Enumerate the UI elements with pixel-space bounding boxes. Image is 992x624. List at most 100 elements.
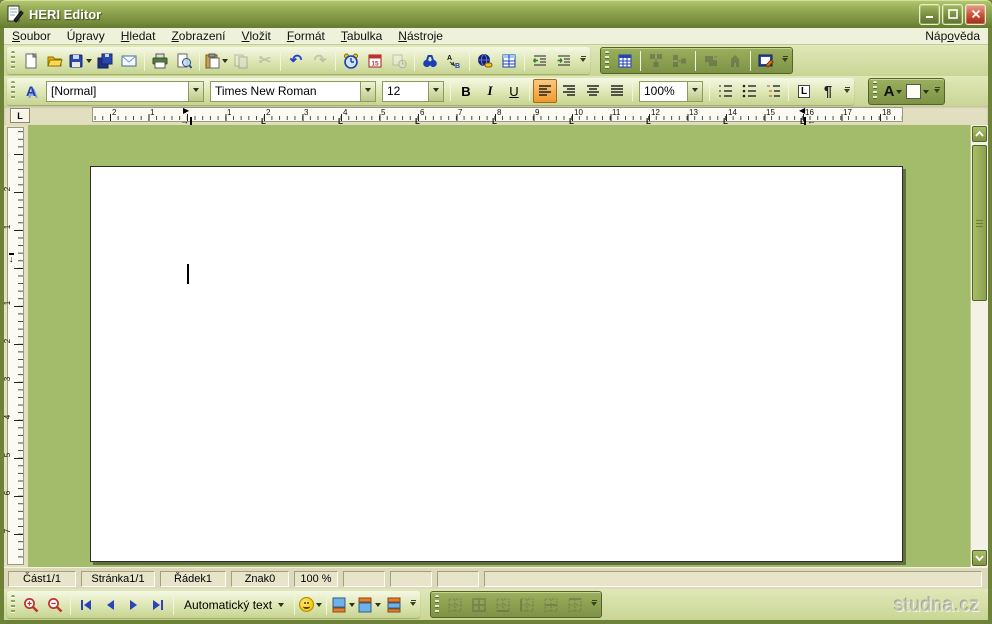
border-all-button[interactable] xyxy=(467,593,491,617)
increase-indent-button[interactable] xyxy=(552,49,576,73)
toolbar-options-chevron[interactable] xyxy=(842,79,852,103)
document-page[interactable] xyxy=(90,166,903,562)
open-button[interactable] xyxy=(43,49,67,73)
zoom-out-button[interactable] xyxy=(43,593,67,617)
menu-format[interactable]: Formát xyxy=(279,28,333,44)
document-canvas[interactable] xyxy=(28,125,970,567)
minimize-button[interactable] xyxy=(919,3,940,25)
align-right-button[interactable] xyxy=(557,79,581,103)
wrap-below-button[interactable] xyxy=(330,593,356,617)
bold-button[interactable]: B xyxy=(454,79,478,103)
tab-selector-button[interactable]: L xyxy=(10,108,30,123)
toolbar-options-chevron[interactable] xyxy=(932,79,942,103)
style-dropdown-button[interactable] xyxy=(188,81,203,101)
menu-vlozit[interactable]: Vložit xyxy=(234,28,279,44)
zoom-in-button[interactable] xyxy=(19,593,43,617)
email-button[interactable] xyxy=(117,49,141,73)
bullet-list-button[interactable] xyxy=(737,79,761,103)
align-center-button[interactable] xyxy=(581,79,605,103)
scrollbar-thumb[interactable] xyxy=(972,145,987,301)
scroll-up-button[interactable] xyxy=(972,126,987,142)
border-top-button[interactable] xyxy=(563,593,587,617)
align-justify-button[interactable] xyxy=(605,79,629,103)
highlight-color-button[interactable] xyxy=(905,79,930,103)
first-page-button[interactable] xyxy=(74,593,98,617)
menu-upravy[interactable]: Úpravy xyxy=(59,28,113,44)
right-margin-arrow[interactable]: ← xyxy=(804,117,816,126)
toolbar-grip[interactable] xyxy=(873,81,877,101)
table-properties-button[interactable] xyxy=(723,49,747,73)
border-middle-button[interactable] xyxy=(539,593,563,617)
emoticon-button[interactable] xyxy=(298,593,323,617)
vertical-scrollbar[interactable] xyxy=(970,125,988,567)
menu-hledat[interactable]: Hledat xyxy=(113,28,164,44)
toolbar-grip[interactable] xyxy=(11,50,15,71)
new-document-button[interactable] xyxy=(19,49,43,73)
border-outer-bottom-button[interactable] xyxy=(491,593,515,617)
next-page-button[interactable] xyxy=(122,593,146,617)
close-button[interactable] xyxy=(965,3,986,25)
align-left-button[interactable] xyxy=(533,79,557,103)
right-indent-marker[interactable]: ◀ xyxy=(799,107,805,115)
merge-cells-button[interactable] xyxy=(699,49,723,73)
font-dropdown-button[interactable] xyxy=(360,81,375,101)
table-button[interactable] xyxy=(497,49,521,73)
toolbar-grip[interactable] xyxy=(11,81,15,101)
underline-button[interactable]: U xyxy=(502,79,526,103)
paste-dropdown-arrow[interactable] xyxy=(222,59,228,66)
edit-form-button[interactable] xyxy=(754,49,778,73)
menu-napoveda[interactable]: Nápověda xyxy=(917,28,988,44)
zoom-combobox[interactable]: 100% xyxy=(639,80,703,102)
wrap-above-button[interactable] xyxy=(356,593,382,617)
maximize-button[interactable] xyxy=(942,3,963,25)
toolbar-options-chevron[interactable] xyxy=(589,593,599,617)
menu-tabulka[interactable]: Tabulka xyxy=(333,28,390,44)
redo-button[interactable]: ↷ xyxy=(308,49,332,73)
last-page-button[interactable] xyxy=(146,593,170,617)
vertical-ruler[interactable]: 2 1 1 2 3 4 5 6 7 ↓ xyxy=(3,125,28,567)
wrap-around-button[interactable] xyxy=(382,593,406,617)
formatting-marks-button[interactable]: ¶ xyxy=(816,79,840,103)
menu-soubor[interactable]: Soubor xyxy=(4,28,59,44)
insert-time-button[interactable] xyxy=(339,49,363,73)
toolbar-options-chevron[interactable] xyxy=(780,49,790,73)
toolbar-options-chevron[interactable] xyxy=(408,593,418,617)
left-margin-arrow[interactable]: → xyxy=(180,117,192,126)
replace-button[interactable]: AB xyxy=(442,49,466,73)
split-columns-button[interactable] xyxy=(668,49,692,73)
toolbar-grip[interactable] xyxy=(435,594,440,615)
first-line-indent-marker[interactable]: ▶ xyxy=(183,107,189,115)
multilevel-list-button[interactable] xyxy=(761,79,785,103)
split-rows-button[interactable] xyxy=(644,49,668,73)
styles-button[interactable]: A xyxy=(19,79,43,103)
highlight-color-dropdown-arrow[interactable] xyxy=(923,89,929,97)
hyperlink-button[interactable] xyxy=(473,49,497,73)
insert-date-button[interactable]: 15 xyxy=(363,49,387,73)
horizontal-ruler[interactable]: 2 1 1 2 3 4 5 6 7 8 9 10 11 12 13 14 15 … xyxy=(92,107,903,122)
font-size-combobox[interactable]: 12 xyxy=(382,80,444,102)
font-combobox[interactable]: Times New Roman xyxy=(210,80,376,102)
font-size-dropdown-button[interactable] xyxy=(428,81,443,101)
border-left-button[interactable] xyxy=(515,593,539,617)
toolbar-options-chevron[interactable] xyxy=(578,49,588,73)
insert-table-button[interactable] xyxy=(613,49,637,73)
insert-datetime-button[interactable] xyxy=(387,49,411,73)
emoticon-dropdown-arrow[interactable] xyxy=(316,603,323,610)
save-dropdown-arrow[interactable] xyxy=(86,59,92,66)
border-none-button[interactable] xyxy=(443,593,467,617)
find-button[interactable] xyxy=(418,49,442,73)
tab-type-button[interactable]: L xyxy=(792,79,816,103)
scroll-down-button[interactable] xyxy=(972,550,987,566)
font-color-button[interactable]: A xyxy=(881,79,905,103)
top-margin-marker[interactable]: ↓ xyxy=(9,253,14,264)
print-button[interactable] xyxy=(148,49,172,73)
copy-button[interactable] xyxy=(229,49,253,73)
style-combobox[interactable]: [Normal] xyxy=(46,80,204,102)
menu-nastroje[interactable]: Nástroje xyxy=(390,28,451,44)
zoom-dropdown-button[interactable] xyxy=(687,81,702,101)
save-button[interactable] xyxy=(67,49,93,73)
undo-button[interactable]: ↶ xyxy=(284,49,308,73)
font-color-dropdown-arrow[interactable] xyxy=(896,89,903,97)
autotext-dropdown[interactable]: Automatický text xyxy=(177,594,291,615)
cut-button[interactable]: ✂ xyxy=(253,49,277,73)
